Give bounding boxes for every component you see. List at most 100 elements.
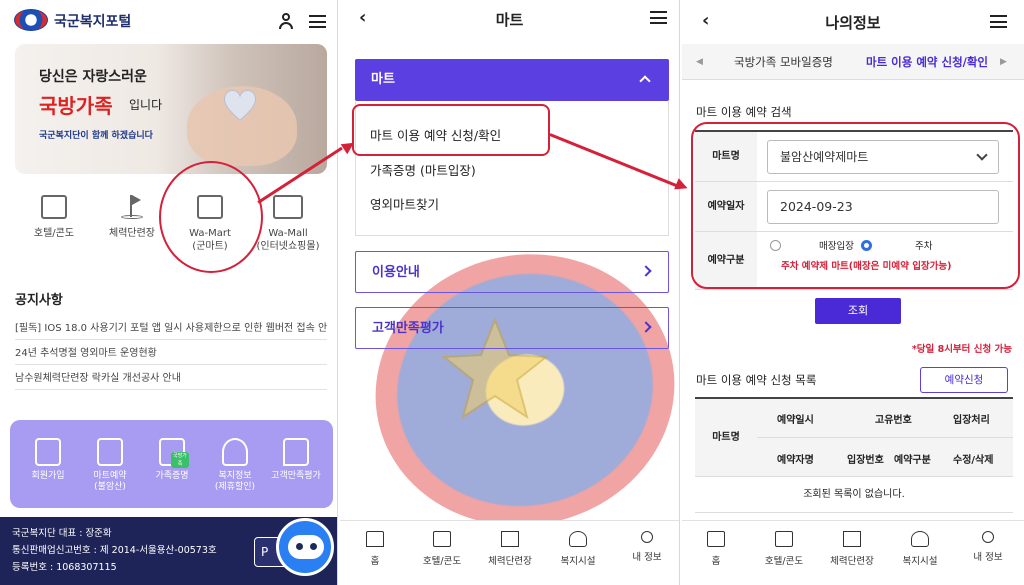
nav-label: 홈 bbox=[370, 556, 380, 567]
nav-golf[interactable]: 체력단련장 bbox=[822, 531, 882, 567]
hotel-icon bbox=[41, 195, 67, 219]
highlight-wamart bbox=[159, 161, 263, 273]
nav-myinfo[interactable]: 내 정보 bbox=[958, 531, 1018, 563]
heart-icon bbox=[220, 84, 260, 124]
app-title: 국군복지포털 bbox=[54, 14, 132, 30]
quick-label: 호텔/콘도 bbox=[33, 228, 75, 239]
promo-banner[interactable]: 당신은 자랑스러운 국방가족 입니다 국군복지단이 함께 하겠습니다 bbox=[15, 44, 327, 174]
notice-item[interactable]: 남수원체력단련장 락카실 개선공사 안내 bbox=[15, 368, 327, 390]
service-sublabel: (제휴할인) bbox=[214, 482, 256, 492]
empty-message: 조회된 목록이 없습니다. bbox=[695, 477, 1013, 513]
nav-hotel[interactable]: 호텔/콘도 bbox=[412, 531, 472, 567]
tab-bar: ◀ 국방가족 모바일증명 마트 이용 예약 신청/확인 ▶ bbox=[682, 44, 1024, 80]
welfare-hand-icon bbox=[569, 531, 587, 547]
notice-item[interactable]: 24년 추석명절 영외마트 운영현황 bbox=[15, 343, 327, 365]
tab-scroll-right-icon[interactable]: ▶ bbox=[1000, 44, 1007, 80]
user-icon[interactable] bbox=[279, 13, 293, 29]
quick-label: Wa-Mall bbox=[268, 228, 308, 239]
home-screen: 국군복지포털 당신은 자랑스러운 국방가족 입니다 국군복지단이 함께 하겠습니… bbox=[0, 0, 338, 585]
quick-golf[interactable]: 체력단련장 bbox=[97, 195, 167, 240]
col-unique-no: 고유번호 bbox=[875, 415, 912, 426]
service-label: 가족증명 bbox=[155, 471, 189, 481]
user-icon bbox=[641, 531, 653, 543]
header-divider bbox=[757, 437, 1013, 438]
nav-label: 내 정보 bbox=[973, 552, 1003, 563]
family-badge: 국방가족 bbox=[171, 452, 189, 468]
banner-line2: 국방가족 bbox=[39, 94, 113, 118]
col-mart: 마트명 bbox=[712, 432, 740, 443]
tab-family-cert[interactable]: 국방가족 모바일증명 bbox=[734, 44, 833, 80]
link-family-cert[interactable]: 가족증명 (마트입장) bbox=[370, 160, 476, 179]
cart-icon bbox=[97, 438, 123, 466]
quick-wamall[interactable]: Wa-Mall (인터넷쇼핑몰) bbox=[253, 195, 323, 253]
highlight-search-form bbox=[691, 122, 1020, 289]
nav-home[interactable]: 홈 bbox=[345, 531, 405, 567]
nav-label: 복지시설 bbox=[560, 556, 596, 567]
banner-line2-suffix: 입니다 bbox=[129, 98, 163, 112]
service-family-cert[interactable]: 국방가족 가족증명 bbox=[140, 438, 204, 482]
nav-label: 호텔/콘도 bbox=[422, 556, 462, 567]
nav-label: 복지시설 bbox=[902, 556, 938, 567]
menu-icon[interactable] bbox=[309, 15, 326, 28]
signup-icon bbox=[35, 438, 61, 466]
banner-line1: 당신은 자랑스러운 bbox=[39, 69, 147, 85]
quick-hotel[interactable]: 호텔/콘도 bbox=[19, 195, 89, 240]
nav-label: 체력단련장 bbox=[488, 556, 532, 567]
menu-icon[interactable] bbox=[990, 15, 1007, 28]
menu-guide[interactable]: 이용안내 bbox=[355, 251, 669, 293]
menu-survey-label: 고객만족평가 bbox=[372, 321, 444, 336]
nav-golf[interactable]: 체력단련장 bbox=[480, 531, 540, 567]
service-label: 마트예약 bbox=[93, 471, 127, 481]
chevron-right-icon bbox=[640, 265, 652, 277]
service-label: 고객만족평가 bbox=[271, 471, 321, 481]
menu-icon[interactable] bbox=[650, 11, 667, 24]
col-type: 예약구분 bbox=[894, 455, 931, 466]
service-survey[interactable]: 고객만족평가 bbox=[264, 438, 328, 482]
chat-icon bbox=[283, 438, 309, 466]
home-icon bbox=[707, 531, 725, 547]
hotel-icon bbox=[775, 531, 793, 547]
service-label: 복지정보 bbox=[218, 471, 252, 481]
nav-facility[interactable]: 복지시설 bbox=[890, 531, 950, 567]
link-find-mart[interactable]: 영외마트찾기 bbox=[370, 194, 439, 213]
chevron-right-icon bbox=[640, 321, 652, 333]
nav-hotel[interactable]: 호텔/콘도 bbox=[754, 531, 814, 567]
chatbot-icon[interactable] bbox=[276, 518, 334, 576]
tab-mart-reservation[interactable]: 마트 이용 예약 신청/확인 bbox=[866, 44, 988, 80]
apply-button[interactable]: 예약신청 bbox=[920, 367, 1008, 393]
home-icon bbox=[366, 531, 384, 547]
service-sublabel: (불암산) bbox=[94, 482, 126, 492]
family-card-icon: 국방가족 bbox=[159, 438, 189, 468]
service-welfare-info[interactable]: 복지정보 (제휴할인) bbox=[203, 438, 267, 493]
banner-line3: 국군복지단이 함께 하겠습니다 bbox=[39, 131, 153, 141]
menu-section-mart[interactable]: 마트 bbox=[355, 59, 669, 101]
search-button[interactable]: 조회 bbox=[815, 298, 901, 324]
quick-label: 체력단련장 bbox=[109, 228, 155, 239]
col-entry-no: 입장번호 bbox=[847, 455, 884, 466]
golf-icon bbox=[843, 531, 861, 547]
nav-myinfo[interactable]: 내 정보 bbox=[617, 531, 677, 563]
chevron-up-icon bbox=[639, 75, 651, 87]
col-datetime: 예약일시 bbox=[777, 415, 814, 426]
welfare-hand-icon bbox=[911, 531, 929, 547]
nav-label: 체력단련장 bbox=[830, 556, 874, 567]
menu-guide-label: 이용안내 bbox=[372, 265, 420, 280]
welfare-hand-icon bbox=[222, 438, 248, 466]
service-signup[interactable]: 회원가입 bbox=[16, 438, 80, 482]
table-header: 마트명 예약일시 고유번호 입장처리 예약자명 입장번호 예약구분 수정/삭제 bbox=[695, 399, 1013, 477]
col-edit: 수정/삭제 bbox=[953, 455, 994, 466]
nav-home[interactable]: 홈 bbox=[686, 531, 746, 567]
page-title: 나의정보 bbox=[825, 14, 881, 32]
quick-sublabel: (인터넷쇼핑몰) bbox=[256, 241, 320, 252]
menu-survey[interactable]: 고객만족평가 bbox=[355, 307, 669, 349]
col-entry: 입장처리 bbox=[953, 415, 990, 426]
nav-facility[interactable]: 복지시설 bbox=[548, 531, 608, 567]
hotel-icon bbox=[433, 531, 451, 547]
tab-scroll-left-icon[interactable]: ◀ bbox=[696, 44, 703, 80]
user-icon bbox=[982, 531, 994, 543]
col-name: 예약자명 bbox=[777, 455, 814, 466]
myinfo-screen: ‹ 나의정보 ◀ 국방가족 모바일증명 마트 이용 예약 신청/확인 ▶ 마트 … bbox=[682, 0, 1024, 585]
service-mart-reserve[interactable]: 마트예약 (불암산) bbox=[78, 438, 142, 493]
notice-item[interactable]: [필독] IOS 18.0 사용기기 포털 앱 일시 사용제한으로 인한 웹버전… bbox=[15, 318, 327, 340]
truck-icon bbox=[273, 195, 303, 219]
